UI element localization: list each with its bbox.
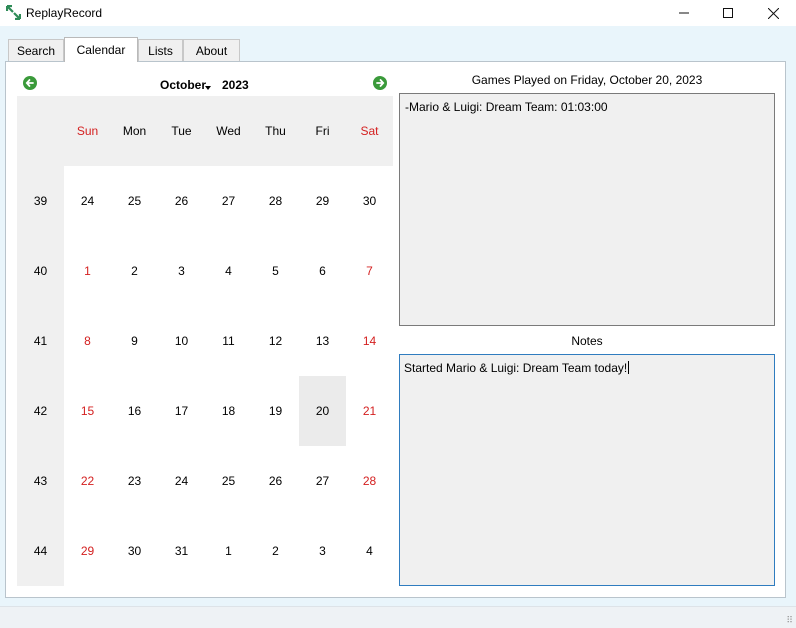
chevron-down-icon: [205, 86, 211, 90]
weekday-label: Sun: [76, 124, 99, 138]
weekday-label: Tue: [171, 124, 192, 138]
next-month-button[interactable]: [373, 76, 387, 90]
calendar-day[interactable]: 4: [346, 516, 393, 586]
text-cursor: [628, 361, 630, 374]
calendar-day[interactable]: 25: [111, 166, 158, 236]
week-number: 39: [33, 194, 48, 208]
calendar-day[interactable]: 24: [158, 446, 205, 516]
calendar-day[interactable]: 2: [111, 236, 158, 306]
notes-text: Started Mario & Luigi: Dream Team today!: [404, 361, 628, 375]
calendar-day[interactable]: 2: [252, 516, 299, 586]
calendar-day-selected[interactable]: 20: [299, 376, 346, 446]
title-bar: ReplayRecord: [0, 0, 796, 26]
week-number: 42: [33, 404, 48, 418]
games-played-entry[interactable]: -Mario & Luigi: Dream Team: 01:03:00: [405, 100, 769, 114]
status-bar: ⠿: [0, 606, 796, 628]
calendar-day[interactable]: 30: [111, 516, 158, 586]
calendar-day[interactable]: 14: [346, 306, 393, 376]
maximize-icon: [723, 8, 733, 18]
notes-title: Notes: [571, 334, 603, 348]
notes-textarea[interactable]: Started Mario & Luigi: Dream Team today!: [399, 354, 775, 586]
calendar-day[interactable]: 22: [64, 446, 111, 516]
calendar-day[interactable]: 24: [64, 166, 111, 236]
calendar-day[interactable]: 28: [252, 166, 299, 236]
games-played-list: -Mario & Luigi: Dream Team: 01:03:00: [399, 93, 775, 326]
calendar-day[interactable]: 29: [299, 166, 346, 236]
weekday-label: Mon: [122, 124, 147, 138]
minimize-icon: [679, 12, 689, 14]
weekday-label: Wed: [216, 124, 241, 138]
maximize-button[interactable]: [705, 0, 751, 26]
tab-about[interactable]: About: [183, 39, 240, 61]
calendar-day[interactable]: 30: [346, 166, 393, 236]
calendar-day[interactable]: 9: [111, 306, 158, 376]
tab-search[interactable]: Search: [8, 39, 64, 61]
week-number: 44: [33, 544, 48, 558]
arrow-right-icon: [376, 79, 385, 87]
calendar-day[interactable]: 5: [252, 236, 299, 306]
minimize-button[interactable]: [661, 0, 707, 26]
calendar-day[interactable]: 10: [158, 306, 205, 376]
calendar-day[interactable]: 26: [158, 166, 205, 236]
calendar-day[interactable]: 11: [205, 306, 252, 376]
app-logo-icon: [6, 5, 21, 20]
week-number: 41: [33, 334, 48, 348]
calendar-day[interactable]: 4: [205, 236, 252, 306]
week-number: 43: [33, 474, 48, 488]
calendar-day[interactable]: 28: [346, 446, 393, 516]
calendar-day[interactable]: 7: [346, 236, 393, 306]
calendar-day[interactable]: 6: [299, 236, 346, 306]
close-button[interactable]: [750, 0, 796, 26]
calendar-day[interactable]: 23: [111, 446, 158, 516]
calendar-day[interactable]: 1: [205, 516, 252, 586]
calendar-day[interactable]: 16: [111, 376, 158, 446]
calendar-day[interactable]: 1: [64, 236, 111, 306]
calendar-day[interactable]: 3: [158, 236, 205, 306]
year-selector[interactable]: 2023: [222, 78, 249, 92]
calendar-day[interactable]: 13: [299, 306, 346, 376]
games-played-title: Games Played on Friday, October 20, 2023: [471, 73, 703, 87]
window-title: ReplayRecord: [26, 6, 103, 20]
calendar-day[interactable]: 27: [205, 166, 252, 236]
resize-grip-icon[interactable]: ⠿: [786, 616, 793, 625]
calendar-day[interactable]: 18: [205, 376, 252, 446]
weekday-label: Fri: [315, 124, 330, 138]
calendar-day[interactable]: 19: [252, 376, 299, 446]
tab-lists[interactable]: Lists: [138, 39, 183, 61]
calendar-day[interactable]: 26: [252, 446, 299, 516]
weekday-label: Thu: [265, 124, 286, 138]
weekday-label: Sat: [360, 124, 379, 138]
calendar-day[interactable]: 3: [299, 516, 346, 586]
week-number: 40: [33, 264, 48, 278]
calendar-day[interactable]: 17: [158, 376, 205, 446]
calendar-day[interactable]: 25: [205, 446, 252, 516]
tab-calendar[interactable]: Calendar: [64, 37, 138, 62]
calendar-day[interactable]: 8: [64, 306, 111, 376]
calendar-day[interactable]: 27: [299, 446, 346, 516]
month-selector[interactable]: October: [160, 78, 206, 92]
arrow-left-icon: [25, 79, 34, 87]
close-icon: [767, 7, 779, 19]
previous-month-button[interactable]: [23, 76, 37, 90]
calendar-day[interactable]: 31: [158, 516, 205, 586]
calendar-day[interactable]: 29: [64, 516, 111, 586]
calendar-day[interactable]: 21: [346, 376, 393, 446]
calendar-day[interactable]: 15: [64, 376, 111, 446]
calendar-day[interactable]: 12: [252, 306, 299, 376]
